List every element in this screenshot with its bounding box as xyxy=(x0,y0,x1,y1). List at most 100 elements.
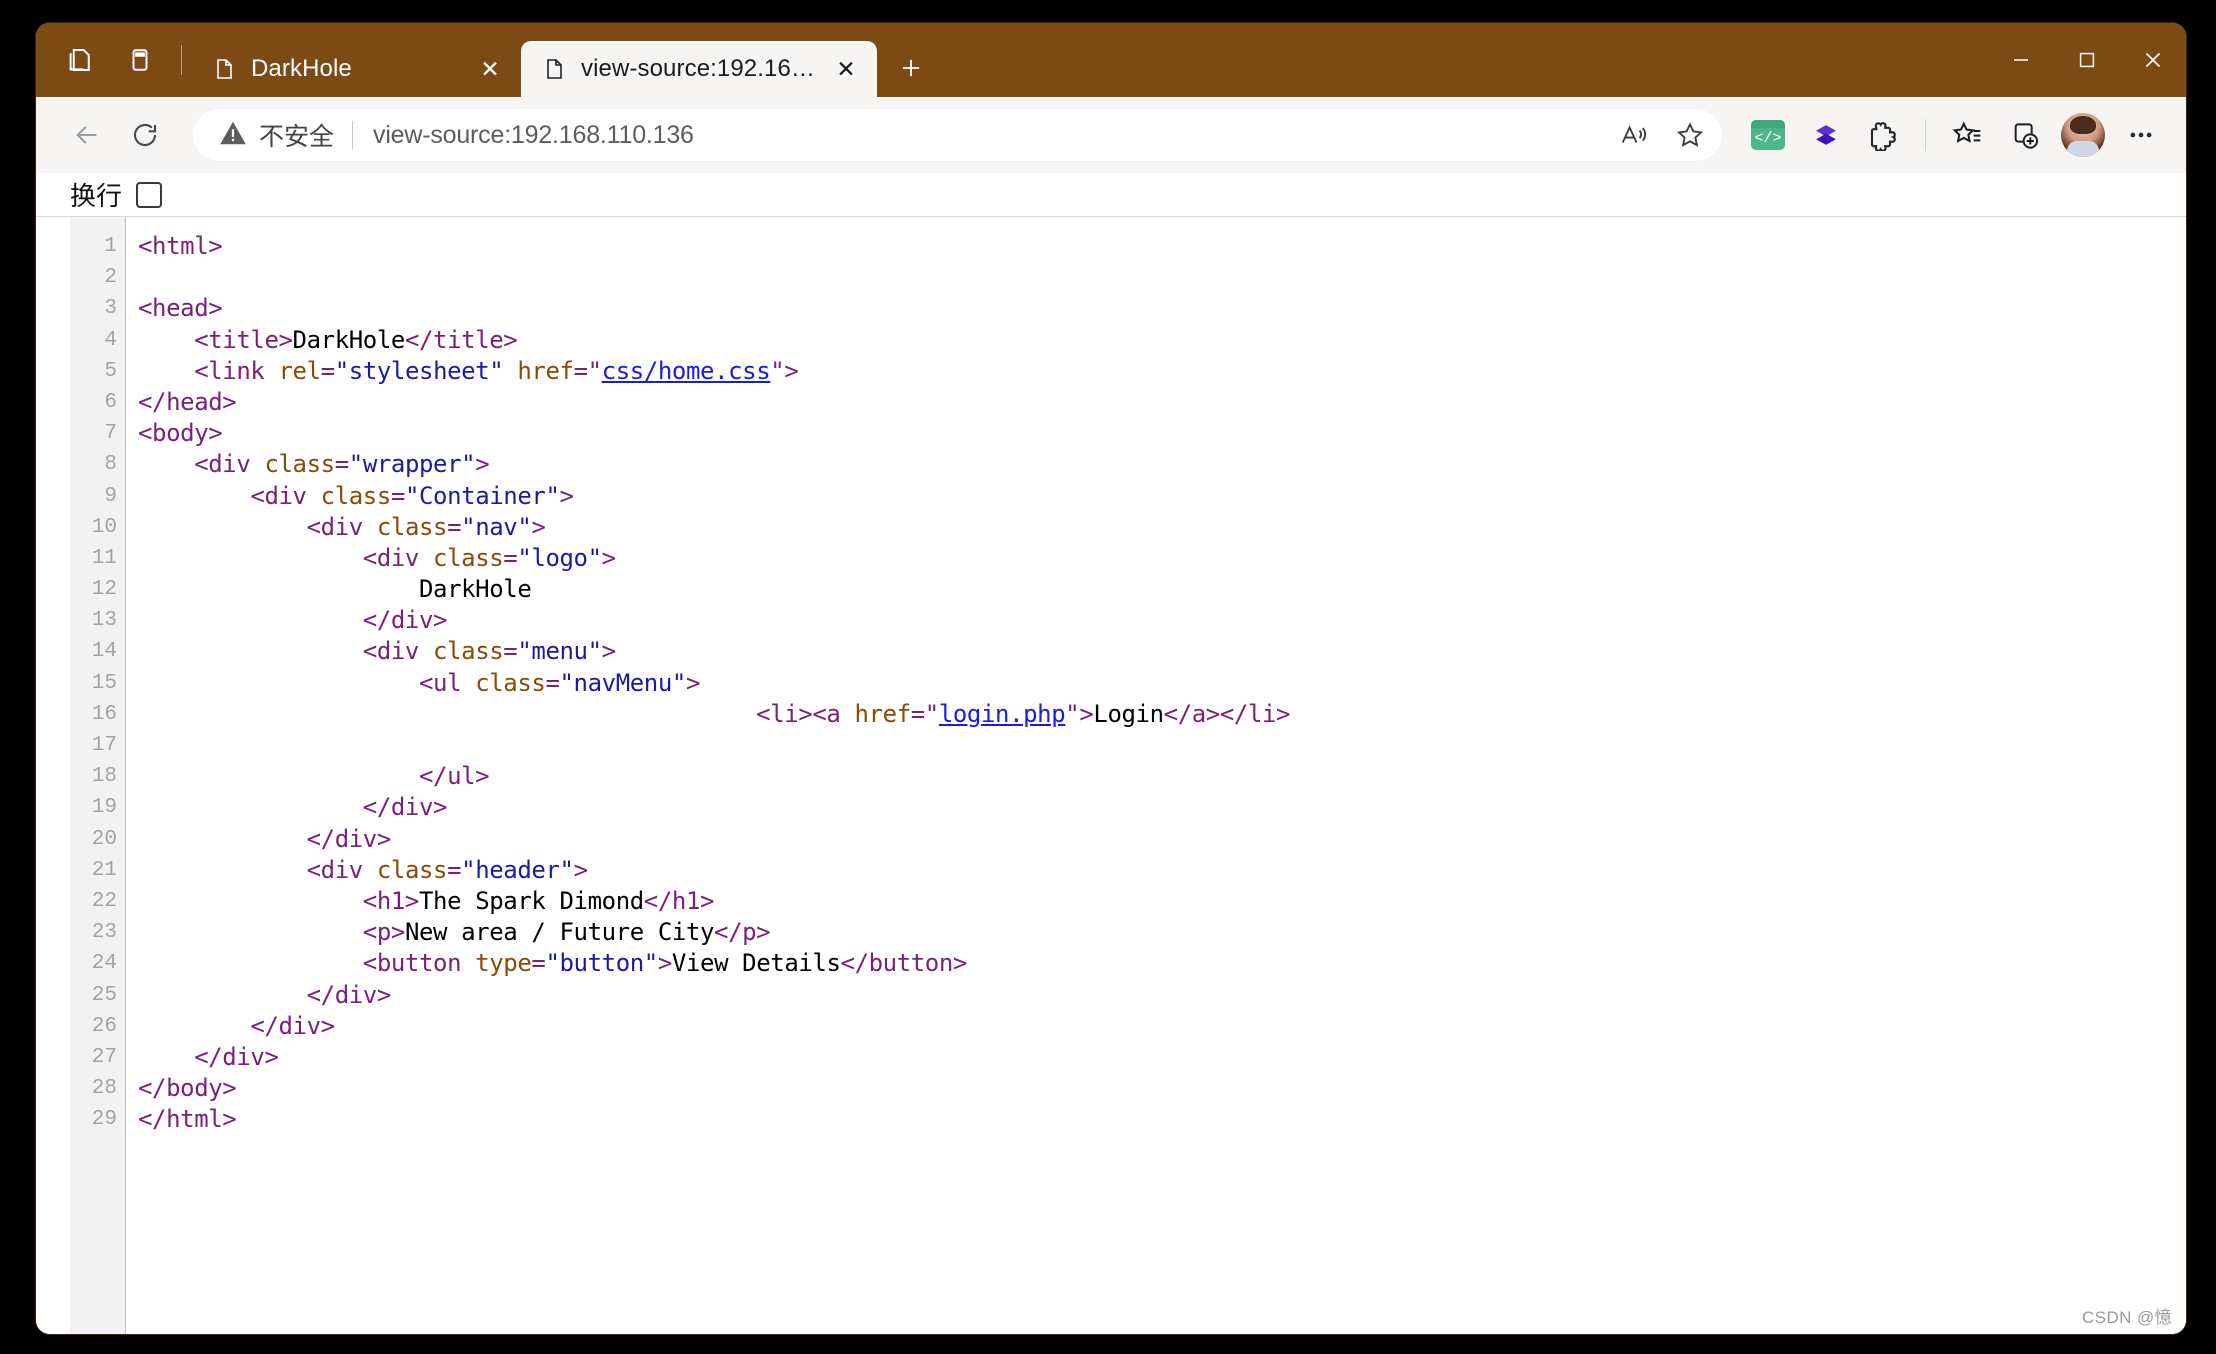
favorite-star-icon[interactable] xyxy=(1665,112,1715,158)
code-line: </div> xyxy=(138,1042,2186,1073)
code-token: = xyxy=(447,855,462,884)
code-token: Login xyxy=(1093,699,1164,728)
back-arrow-icon[interactable] xyxy=(60,108,114,162)
code-token: <p> xyxy=(138,918,406,947)
view-source-pane: 1 2 3 4 5 6 7 8 9 10 11 12 13 14 15 16 17 18 19 20 21 22 23 24 2… xyxy=(36,217,2186,1334)
code-token: <title> xyxy=(138,325,293,354)
code-token: = xyxy=(503,637,518,666)
code-token: <h1> xyxy=(138,886,420,915)
code-token: =" xyxy=(573,356,603,385)
diamond-extension-icon[interactable] xyxy=(1799,108,1853,162)
code-token: "nav" xyxy=(461,512,532,541)
code-token: > xyxy=(573,855,588,884)
tab-darkhole[interactable]: DarkHole ✕ xyxy=(191,41,521,97)
code-token: = xyxy=(390,481,405,510)
profile-avatar[interactable] xyxy=(2056,108,2110,162)
code-line: <body> xyxy=(138,418,2186,449)
code-token: </html> xyxy=(138,1105,237,1134)
refresh-icon[interactable] xyxy=(118,108,172,162)
line-number: 15 xyxy=(91,671,117,695)
code-token: = xyxy=(503,543,518,572)
code-token: href xyxy=(517,356,574,385)
code-token: </div> xyxy=(138,1042,279,1071)
code-token: > xyxy=(531,512,546,541)
tab-strip: DarkHole ✕ view-source:192.168.110.136 ✕ xyxy=(191,23,935,97)
code-token: <ul xyxy=(138,668,476,697)
code-token: class xyxy=(320,481,392,510)
line-number: 11 xyxy=(91,546,117,570)
security-status[interactable]: 不安全 xyxy=(218,117,334,153)
code-token: href xyxy=(854,699,912,728)
line-number: 3 xyxy=(104,297,117,321)
code-token: = xyxy=(334,450,349,479)
tab-close-icon[interactable]: ✕ xyxy=(473,52,507,86)
code-token: <body> xyxy=(138,419,223,448)
code-token: <li><a xyxy=(138,699,855,728)
page-icon xyxy=(211,56,237,82)
line-number: 8 xyxy=(104,453,117,477)
tab-actions-icon[interactable] xyxy=(112,34,168,86)
code-token: <link xyxy=(138,356,279,385)
code-line: <button type="button">View Details</butt… xyxy=(138,948,2186,979)
code-line: </html> xyxy=(138,1104,2186,1135)
code-token: <div xyxy=(138,855,377,884)
code-token: </div> xyxy=(138,980,392,1009)
address-bar[interactable]: 不安全 view-source:192.168.110.136 xyxy=(192,108,1723,162)
tab-title: DarkHole xyxy=(251,55,352,82)
line-number: 26 xyxy=(91,1014,117,1038)
puzzle-extensions-icon[interactable] xyxy=(1857,108,1911,162)
line-number: 24 xyxy=(91,952,117,976)
tab-view-source[interactable]: view-source:192.168.110.136 ✕ xyxy=(521,41,877,97)
code-token: <div xyxy=(138,450,265,479)
add-to-collections-icon[interactable] xyxy=(1998,108,2052,162)
titlebar-left-controls xyxy=(52,23,191,97)
code-token: </div> xyxy=(138,793,448,822)
line-number: 13 xyxy=(91,609,117,633)
settings-more-icon[interactable] xyxy=(2114,108,2168,162)
word-wrap-checkbox[interactable] xyxy=(136,181,163,208)
favorites-list-icon[interactable] xyxy=(1940,108,1994,162)
page-icon xyxy=(541,56,567,82)
code-token: New area / Future City xyxy=(404,918,715,947)
code-line: <h1>The Spark Dimond</h1> xyxy=(138,886,2186,917)
code-token: View Details xyxy=(671,949,841,978)
code-extension-badge: </> xyxy=(1751,120,1785,150)
code-token: DarkHole xyxy=(292,325,406,354)
line-number-gutter: 1 2 3 4 5 6 7 8 9 10 11 12 13 14 15 16 17 18 19 20 21 22 23 24 2… xyxy=(70,217,126,1334)
code-token: </ul> xyxy=(138,762,490,791)
code-line: </ul> xyxy=(138,761,2186,792)
url-text[interactable]: view-source:192.168.110.136 xyxy=(373,121,1609,150)
line-number: 1 xyxy=(104,235,117,258)
word-wrap-row: 换行 xyxy=(36,173,2186,217)
line-number: 20 xyxy=(91,827,117,851)
tab-close-icon[interactable]: ✕ xyxy=(829,52,863,86)
minimize-button[interactable] xyxy=(1988,23,2054,97)
code-line: <link rel="stylesheet" href="css/home.cs… xyxy=(138,356,2186,387)
maximize-button[interactable] xyxy=(2054,23,2120,97)
address-divider xyxy=(352,121,354,149)
read-aloud-icon[interactable] xyxy=(1609,112,1659,158)
line-number: 14 xyxy=(91,640,117,664)
code-token: <div xyxy=(138,543,434,572)
address-bar-actions xyxy=(1609,112,1715,158)
code-token: class xyxy=(433,637,504,666)
titlebar-divider xyxy=(181,45,182,75)
close-button[interactable] xyxy=(2120,23,2186,97)
line-number: 19 xyxy=(91,796,117,820)
line-number: 18 xyxy=(91,765,117,789)
code-token: > xyxy=(601,637,616,666)
source-link[interactable]: login.php xyxy=(939,700,1066,728)
workspaces-icon[interactable] xyxy=(52,34,108,86)
line-number: 12 xyxy=(91,578,117,602)
new-tab-button[interactable] xyxy=(887,44,935,92)
code-token: > xyxy=(475,450,490,479)
source-code[interactable]: <html> <head> <title>DarkHole</title> <l… xyxy=(126,217,2186,1334)
source-link[interactable]: css/home.css xyxy=(602,357,771,385)
code-line: <div class="nav"> xyxy=(138,512,2186,543)
code-extension-icon[interactable]: </> xyxy=(1741,108,1795,162)
code-line: <li><a href="login.php">Login</a></li> xyxy=(138,699,2186,730)
code-token: > xyxy=(601,543,616,572)
code-token: =" xyxy=(910,699,940,728)
